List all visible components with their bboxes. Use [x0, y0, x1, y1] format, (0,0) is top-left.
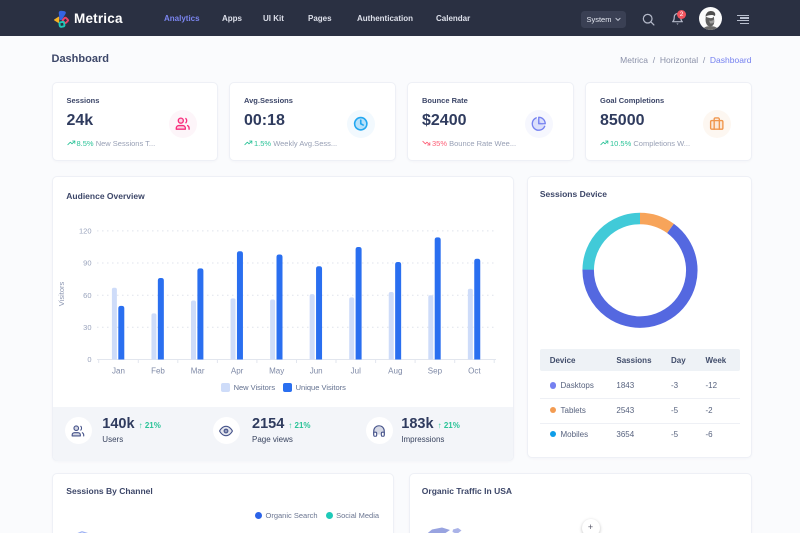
svg-text:Sep: Sep	[427, 367, 442, 376]
svg-text:Feb: Feb	[151, 367, 165, 376]
svg-text:90: 90	[83, 259, 91, 268]
svg-text:Oct: Oct	[468, 367, 481, 376]
svg-text:Visitors: Visitors	[57, 282, 66, 307]
svg-text:Aug: Aug	[388, 367, 402, 376]
svg-text:Jan: Jan	[112, 367, 125, 376]
svg-text:30: 30	[83, 323, 91, 332]
svg-text:60: 60	[83, 291, 91, 300]
svg-text:May: May	[269, 367, 284, 376]
svg-text:Mar: Mar	[190, 367, 204, 376]
svg-text:0: 0	[87, 355, 91, 364]
svg-text:Jun: Jun	[309, 367, 322, 376]
svg-text:Jul: Jul	[350, 367, 360, 376]
svg-text:Apr: Apr	[230, 367, 243, 376]
svg-text:120: 120	[78, 227, 91, 236]
